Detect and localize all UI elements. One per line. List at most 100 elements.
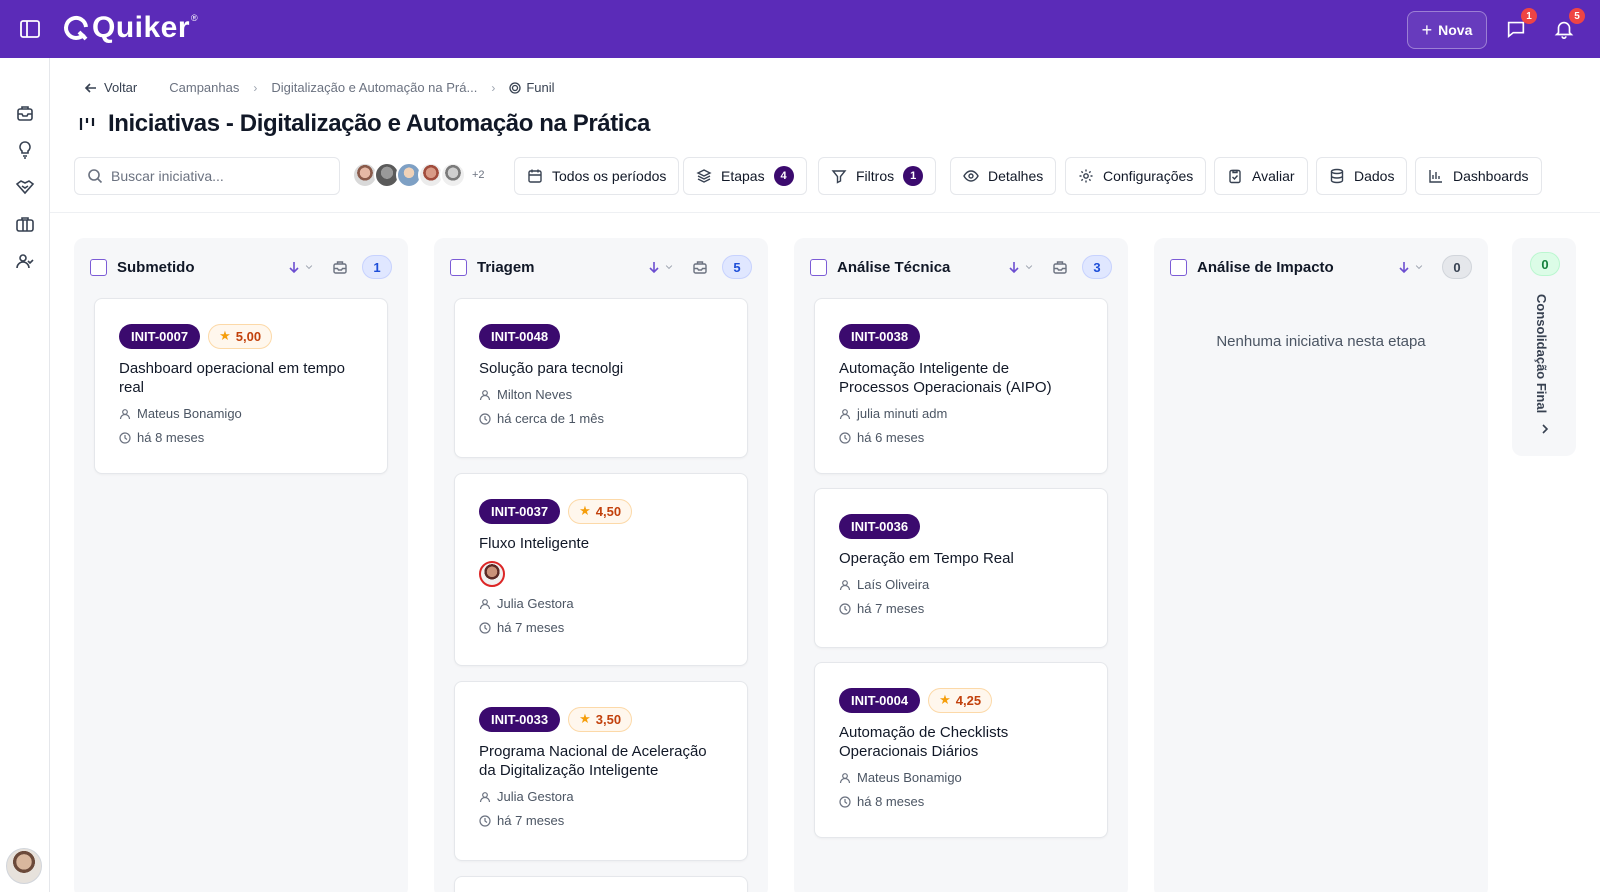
notifications-badge: 5	[1569, 8, 1585, 24]
column-select-checkbox[interactable]	[450, 258, 467, 276]
card-author: Mateus Bonamigo	[839, 770, 1083, 785]
initiative-card[interactable]: INIT-0048 Solução para tecnolgi Milton N…	[454, 298, 748, 458]
page-header: Iniciativas - Digitalização e Automação …	[78, 110, 650, 138]
settings-button[interactable]: Configurações	[1065, 157, 1207, 195]
arrow-left-icon	[84, 82, 96, 93]
inbox-icon[interactable]	[1052, 259, 1068, 275]
messages-button[interactable]: 1	[1505, 8, 1537, 42]
breadcrumb-item-campaign[interactable]: Digitalização e Automação na Prá...	[271, 80, 477, 95]
column-count-badge: 0	[1442, 255, 1472, 279]
time-ago: há 7 meses	[497, 813, 565, 828]
breadcrumb-item-campaigns[interactable]: Campanhas	[169, 80, 239, 95]
card-title: Automação de Checklists Operacionais Diá…	[839, 724, 1009, 760]
user-avatar[interactable]	[6, 848, 42, 884]
data-button[interactable]: Dados	[1316, 157, 1408, 195]
author-name: julia minuti adm	[857, 406, 948, 421]
score-value: 5,00	[235, 328, 262, 344]
user-icon	[479, 791, 491, 802]
back-link-label: Voltar	[104, 80, 138, 95]
back-link[interactable]: Voltar	[84, 80, 137, 95]
user-check-icon[interactable]	[15, 251, 35, 271]
chevron-right-icon: ›	[253, 80, 258, 95]
user-icon	[839, 579, 851, 590]
briefcase-icon[interactable]	[15, 214, 35, 234]
data-button-label: Dados	[1354, 168, 1395, 184]
empty-column-message: Nenhuma iniciativa nesta etapa	[1216, 333, 1426, 350]
inbox-icon[interactable]	[15, 103, 35, 123]
sidebar-toggle-icon[interactable]	[20, 20, 40, 38]
initiative-card[interactable]: INIT-0036 Operação em Tempo Real Laís Ol…	[814, 488, 1108, 648]
stages-button[interactable]: Etapas 4	[683, 157, 807, 195]
chevron-right-icon[interactable]	[1538, 422, 1552, 436]
bar-chart-icon	[1429, 170, 1442, 183]
card-time: há 7 meses	[839, 601, 1083, 616]
card-author: Julia Gestora	[479, 789, 723, 804]
author-name: Julia Gestora	[497, 596, 574, 611]
inbox-icon[interactable]	[332, 259, 348, 275]
handshake-icon[interactable]	[15, 177, 35, 197]
inbox-icon[interactable]	[692, 259, 708, 275]
time-ago: há 8 meses	[857, 794, 925, 809]
app-logo[interactable]: Quiker ®	[62, 12, 198, 44]
plus-icon: +	[1421, 20, 1433, 40]
lightbulb-icon[interactable]	[15, 140, 35, 160]
details-button-label: Detalhes	[988, 168, 1044, 184]
search-input[interactable]	[111, 168, 321, 184]
card-time: há 7 meses	[479, 620, 723, 635]
dashboards-button[interactable]: Dashboards	[1415, 157, 1542, 195]
participant-avatar[interactable]	[479, 561, 505, 587]
column-title: Triagem	[477, 258, 535, 276]
sort-button[interactable]	[647, 260, 674, 274]
initiative-card[interactable]: INIT-0033 ★ 3,50 Programa Nacional de Ace…	[454, 681, 748, 861]
chevron-down-icon	[305, 265, 313, 270]
column-select-checkbox[interactable]	[90, 258, 107, 276]
details-button[interactable]: Detalhes	[950, 157, 1057, 195]
initiative-card[interactable]	[454, 876, 748, 892]
new-button-label: Nova	[1438, 22, 1473, 38]
column-title: Submetido	[117, 258, 195, 276]
column-select-checkbox[interactable]	[810, 258, 827, 276]
arrow-down-icon	[289, 262, 299, 274]
initiative-card[interactable]: INIT-0038 Automação Inteligente de Proce…	[814, 298, 1108, 474]
column-submetido: Submetido 1 INIT-0007 ★ 5,00 Dashboard op…	[74, 238, 408, 892]
column-count-badge: 5	[722, 255, 752, 279]
clock-icon	[479, 621, 491, 634]
star-icon: ★	[579, 711, 591, 726]
filters-button-label: Filtros	[856, 168, 895, 184]
sort-button[interactable]	[1397, 260, 1424, 274]
evaluate-button-label: Avaliar	[1252, 168, 1295, 184]
member-avatars[interactable]: +2	[352, 162, 485, 188]
clock-icon	[119, 431, 131, 444]
target-icon	[509, 81, 521, 94]
header-divider	[50, 212, 1600, 213]
initiative-id: INIT-0033	[479, 706, 561, 732]
member-avatar[interactable]	[440, 162, 466, 188]
user-icon	[839, 772, 851, 783]
card-tags: INIT-0048	[479, 323, 723, 349]
periods-button[interactable]: Todos os períodos	[514, 157, 680, 195]
initiative-card[interactable]: INIT-0004 ★ 4,25 Automação de Checklists …	[814, 662, 1108, 838]
score-badge: ★ 4,50	[568, 498, 633, 524]
sort-button[interactable]	[1007, 260, 1034, 274]
initiative-id: INIT-0007	[119, 323, 201, 349]
search-box[interactable]	[74, 157, 340, 195]
card-time: há 8 meses	[119, 430, 363, 445]
chevron-down-icon	[665, 265, 673, 270]
author-name: Laís Oliveira	[857, 577, 930, 592]
new-button[interactable]: + Nova	[1407, 11, 1487, 49]
star-icon: ★	[939, 692, 951, 707]
user-icon	[119, 408, 131, 419]
filters-button[interactable]: Filtros 1	[818, 157, 937, 195]
more-members-count[interactable]: +2	[472, 169, 485, 181]
sort-button[interactable]	[287, 260, 314, 274]
column-consolidacao-final-collapsed[interactable]: 0 Consolidação Final	[1512, 238, 1576, 456]
column-select-checkbox[interactable]	[1170, 258, 1187, 276]
time-ago: há 8 meses	[137, 430, 205, 445]
card-tags: INIT-0036	[839, 513, 1083, 539]
initiative-card[interactable]: INIT-0007 ★ 5,00 Dashboard operacional em…	[94, 298, 388, 474]
top-bar: Quiker ® + Nova 1 5	[0, 0, 1600, 58]
column-header: Análise Técnica 3	[810, 252, 1112, 282]
evaluate-button[interactable]: Avaliar	[1214, 157, 1308, 195]
initiative-card[interactable]: INIT-0037 ★ 4,50 Fluxo Inteligente Julia …	[454, 473, 748, 666]
notifications-button[interactable]: 5	[1553, 8, 1585, 42]
